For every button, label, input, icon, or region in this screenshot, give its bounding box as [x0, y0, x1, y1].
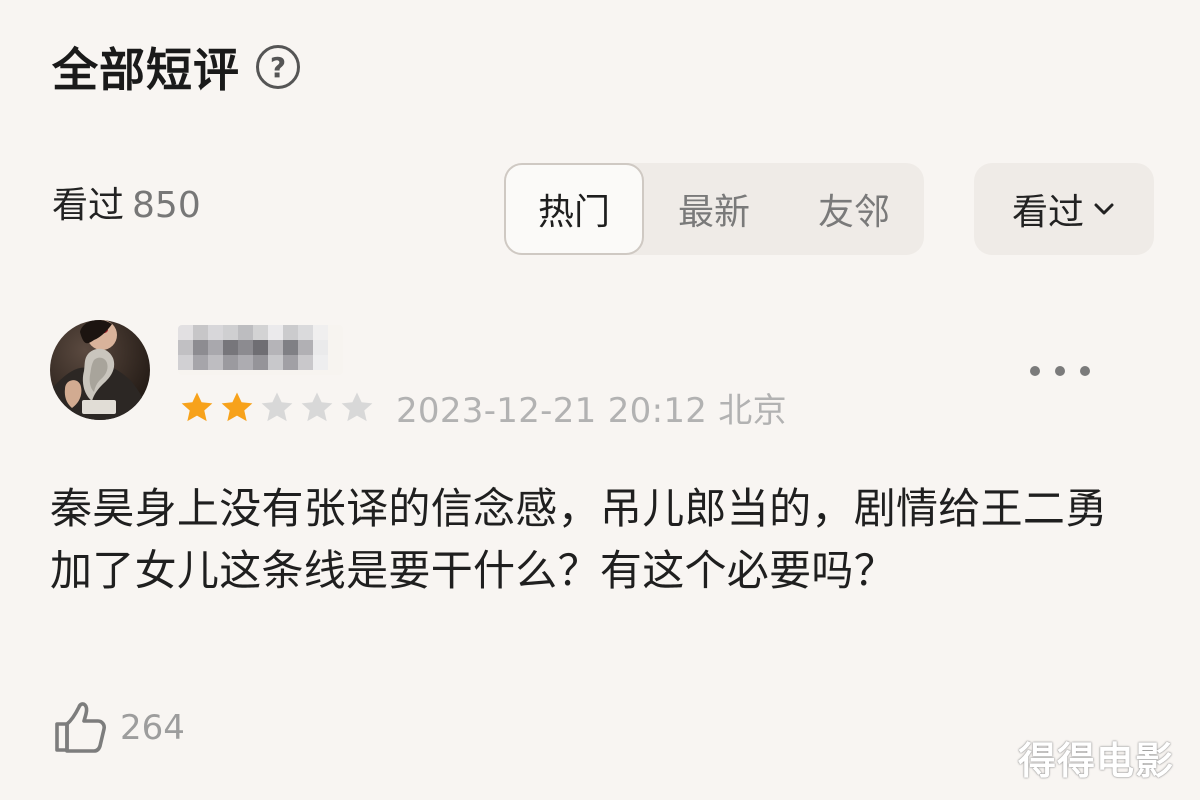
- star-icon: [341, 391, 373, 421]
- more-horizontal-icon[interactable]: [1030, 359, 1090, 383]
- username-mosaic: [178, 325, 343, 375]
- star-icon: [261, 391, 293, 421]
- avatar[interactable]: [50, 320, 150, 420]
- comment-timestamp: 2023-12-21 20:12 北京: [396, 391, 787, 431]
- avatar-image: [50, 320, 150, 420]
- watched-count-value: 850: [132, 185, 201, 226]
- watched-filter-dropdown[interactable]: 看过: [974, 163, 1154, 255]
- more-dot: [1080, 366, 1090, 376]
- watermark: 得得电影: [1018, 739, 1175, 783]
- tab-friends[interactable]: 友邻: [784, 163, 924, 255]
- more-dot: [1055, 366, 1065, 376]
- chevron-down-icon: [1094, 203, 1114, 215]
- star-shape: [301, 391, 333, 421]
- sort-tabs: 热门 最新 友邻: [504, 163, 924, 255]
- watched-count: 看过 850: [52, 176, 201, 228]
- star-shape: [181, 391, 213, 421]
- blurred-username-image: [178, 325, 343, 375]
- watched-label: 看过: [52, 185, 125, 226]
- help-icon[interactable]: ?: [256, 45, 300, 89]
- more-dot: [1030, 366, 1040, 376]
- like-row: 264: [52, 700, 185, 756]
- tab-latest[interactable]: 最新: [644, 163, 784, 255]
- dropdown-label: 看过: [1011, 192, 1084, 233]
- star-icon: [221, 391, 253, 421]
- rating-stars: [178, 389, 376, 427]
- like-count: 264: [120, 708, 185, 748]
- thumbs-up-icon[interactable]: [52, 700, 108, 756]
- star-shape: [341, 391, 373, 421]
- comment-meta: 2023-12-21 20:12 北京: [178, 383, 787, 432]
- page-header: 全部短评 ?: [52, 34, 300, 100]
- star-shape: [261, 391, 293, 421]
- star-shape: [221, 391, 253, 421]
- comment-body: 秦昊身上没有张译的信念感，吊儿郎当的，剧情给王二勇加了女儿这条线是要干什么？有这…: [50, 484, 1108, 595]
- tab-hot[interactable]: 热门: [504, 163, 644, 255]
- star-icon: [181, 391, 213, 421]
- star-icon: [301, 391, 333, 421]
- page-title: 全部短评: [52, 43, 240, 97]
